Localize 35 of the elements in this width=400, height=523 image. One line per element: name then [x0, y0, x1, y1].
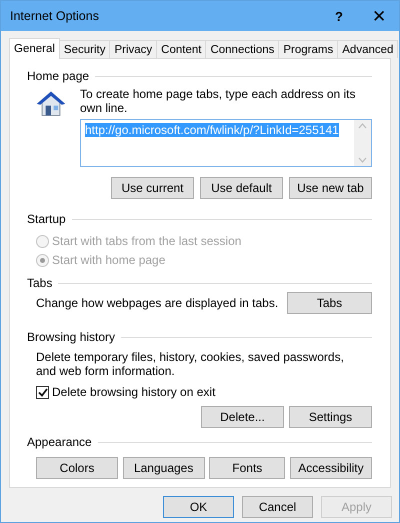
- checkbox[interactable]: [36, 386, 49, 398]
- home-page-button[interactable]: Use default: [200, 177, 283, 199]
- checkbox-label: Delete browsing history on exit: [52, 385, 216, 399]
- tab[interactable]: Advanced: [337, 40, 398, 58]
- help-button[interactable]: ?: [319, 8, 359, 24]
- tabs-description: Change how webpages are displayed in tabs.: [36, 296, 278, 310]
- radio-label: Start with home page: [52, 253, 166, 267]
- section-heading: Home page: [27, 69, 90, 83]
- scroll-up-icon[interactable]: [358, 123, 367, 129]
- section-heading: Startup: [27, 212, 66, 226]
- tab[interactable]: Privacy: [109, 40, 158, 58]
- dialog-button[interactable]: OK: [163, 496, 234, 518]
- tab[interactable]: General: [9, 38, 60, 59]
- dialog-button[interactable]: Cancel: [242, 496, 313, 518]
- instruction-text: To create home page tabs, type each address on its own line.: [80, 87, 356, 115]
- home-page-button[interactable]: Use new tab: [289, 177, 372, 199]
- scroll-down-icon[interactable]: [358, 157, 367, 163]
- appearance-button[interactable]: Languages: [122, 457, 205, 479]
- section-heading: Browsing history: [27, 330, 116, 344]
- section-heading: Appearance: [27, 435, 92, 449]
- section-heading: Tabs: [27, 276, 52, 290]
- radio-label: Start with tabs from the last session: [52, 234, 242, 248]
- tab[interactable]: Security: [58, 40, 110, 58]
- history-button[interactable]: Settings: [289, 406, 372, 428]
- home-page-button[interactable]: Use current: [111, 177, 194, 199]
- tabs-button[interactable]: Tabs: [287, 292, 372, 314]
- appearance-button[interactable]: Fonts: [209, 457, 286, 479]
- appearance-button[interactable]: Colors: [36, 457, 118, 479]
- history-description: Delete temporary files, history, cookies, saved passwords, and web form information.: [36, 350, 345, 378]
- window-title: Internet Options: [10, 9, 100, 23]
- appearance-button[interactable]: Accessibility: [290, 457, 372, 479]
- url-text: http://go.microsoft.com/fwlink/p/?LinkId=255141: [85, 123, 339, 137]
- history-button[interactable]: Delete...: [201, 406, 284, 428]
- tab[interactable]: Programs: [278, 40, 338, 58]
- close-button[interactable]: ✕: [359, 6, 399, 26]
